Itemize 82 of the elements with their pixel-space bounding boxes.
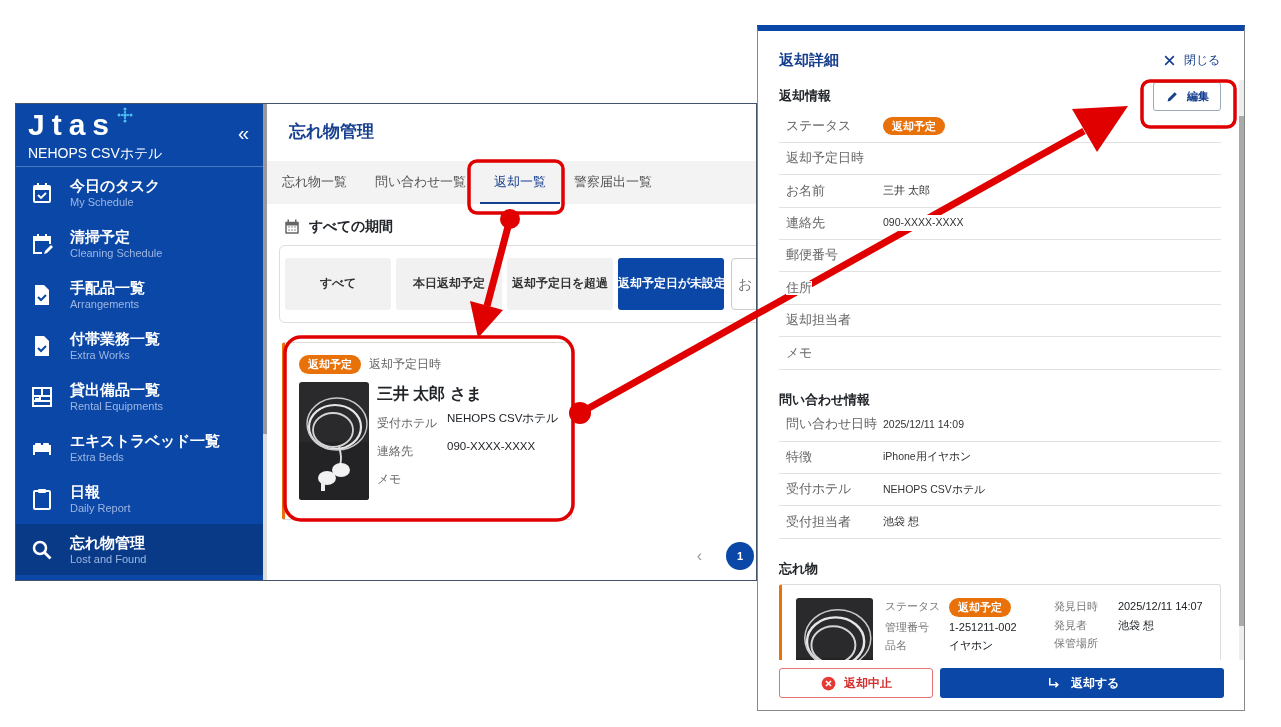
close-button[interactable]: 閉じる — [1163, 51, 1220, 70]
status-badge: 返却予定 — [883, 116, 945, 136]
field-label: 管理番号 — [885, 619, 930, 635]
section-title: 問い合わせ情報 — [779, 390, 870, 409]
field-label: 連絡先 — [786, 216, 825, 230]
field-value: 2025/12/11 14:07 — [1117, 600, 1203, 613]
field-label: お名前 — [786, 183, 825, 198]
field-value: 1-251211-002 — [949, 620, 1017, 633]
menu-sublabel: Daily Report — [70, 500, 131, 516]
sidebar-item[interactable]: 清掃予定 Cleaning Schedule — [16, 218, 263, 269]
filter-button[interactable]: すべて — [285, 258, 391, 310]
field-label: 返却予定日時 — [786, 151, 864, 166]
field-label: 住所 — [786, 280, 812, 295]
sidebar-item[interactable]: 今日のタスク My Schedule — [16, 167, 263, 218]
section-title: 返却情報 — [779, 87, 831, 106]
menu-sublabel: Rental Equipments — [70, 398, 163, 414]
field-value: 三井 太郎 — [883, 183, 930, 199]
menu-sublabel: Extra Works — [70, 347, 131, 363]
return-card[interactable]: 返却予定 返却予定日時 三井 太郎 さま 受付ホテル NEHOPS CSVホテル 連絡先 090-XXXX-XXXX メモ — [282, 342, 572, 520]
tab[interactable]: 返却一覧 — [480, 161, 560, 204]
sidebar-item[interactable]: 貸出備品一覧 Rental Equipments — [16, 371, 263, 422]
sidebar-item[interactable]: 日報 Daily Report — [16, 473, 263, 524]
tab[interactable]: 問い合わせ一覧 — [361, 161, 480, 204]
page-button[interactable]: 1 — [726, 542, 754, 570]
menu-sublabel: Lost and Found — [70, 551, 147, 567]
guest-name: 三井 太郎 さま — [377, 383, 483, 404]
field-label: メモ — [377, 472, 401, 485]
menu-sublabel: Arrangements — [70, 296, 141, 312]
field-value: NEHOPS CSVホテル — [447, 410, 559, 426]
filter-button[interactable]: 返却予定日を超過 — [507, 258, 613, 310]
menu-sublabel: Cleaning Schedule — [70, 245, 163, 261]
menu-label: 貸出備品一覧 — [70, 379, 161, 399]
search-field[interactable]: お — [731, 258, 756, 310]
field-label: 品名 — [885, 638, 908, 654]
field-value: 池袋 想 — [1117, 618, 1154, 631]
sidebar-item[interactable]: 忘れ物管理 Lost and Found — [16, 524, 263, 575]
field-label: 受付ホテル — [786, 482, 851, 497]
logo: Jtas — [28, 107, 117, 143]
menu-label: 日報 — [70, 481, 101, 501]
field-value: イヤホン — [949, 639, 993, 652]
status-badge: 返却予定 — [299, 355, 361, 374]
field-label: 発見者 — [1053, 617, 1088, 633]
section-title: 忘れ物 — [779, 559, 818, 578]
field-label: メモ — [786, 345, 812, 360]
field-value: 090-XXXX-XXXX — [883, 215, 964, 232]
field-label: 問い合わせ日時 — [786, 417, 877, 432]
field-label: ステータス — [786, 118, 851, 133]
date-label: 返却予定日時 — [369, 356, 441, 372]
field-label: 郵便番号 — [786, 248, 838, 263]
page-title: 忘れ物管理 — [288, 121, 375, 143]
sidebar-item[interactable]: 手配品一覧 Arrangements — [16, 269, 263, 320]
return-button[interactable]: 返却する — [940, 668, 1224, 698]
menu-label: 忘れ物管理 — [70, 532, 146, 552]
sidebar-item[interactable]: 付帯業務一覧 Extra Works — [16, 320, 263, 371]
panel-title: 返却詳細 — [779, 50, 839, 70]
menu-label: エキストラベッド一覧 — [70, 430, 220, 450]
menu-sublabel: My Schedule — [70, 194, 135, 210]
field-label: 連絡先 — [377, 444, 413, 457]
sidebar-item[interactable]: エキストラベッド一覧 Extra Beds — [16, 422, 263, 473]
filter-button[interactable]: 本日返却予定 — [396, 258, 502, 310]
menu-sublabel: Extra Beds — [70, 449, 125, 465]
field-label: 保管場所 — [1053, 636, 1099, 652]
field-label: 特徴 — [786, 449, 812, 464]
tab[interactable]: 忘れ物一覧 — [268, 161, 361, 204]
field-label: 返却担当者 — [786, 313, 851, 328]
edit-button[interactable]: 編集 — [1153, 81, 1221, 111]
field-label: ステータス — [885, 599, 941, 615]
menu-label: 付帯業務一覧 — [70, 328, 160, 348]
status-badge: 返却予定 — [949, 598, 1011, 617]
menu-label: 今日のタスク — [70, 175, 160, 195]
cancel-return-button[interactable]: 返却中止 — [779, 668, 933, 698]
hotel-name: NEHOPS CSVホテル — [28, 144, 163, 162]
menu-label: 清掃予定 — [70, 226, 131, 246]
period-label: すべての期間 — [309, 217, 393, 236]
field-value: 090-XXXX-XXXX — [447, 438, 536, 454]
field-label: 受付担当者 — [786, 514, 851, 529]
collapse-button[interactable]: « — [235, 122, 251, 144]
tab[interactable]: 警察届出一覧 — [560, 161, 666, 204]
field-label: 受付ホテル — [377, 416, 437, 429]
field-value: 池袋 想 — [883, 514, 919, 530]
field-label: 発見日時 — [1053, 599, 1099, 615]
menu-label: 手配品一覧 — [70, 277, 145, 297]
